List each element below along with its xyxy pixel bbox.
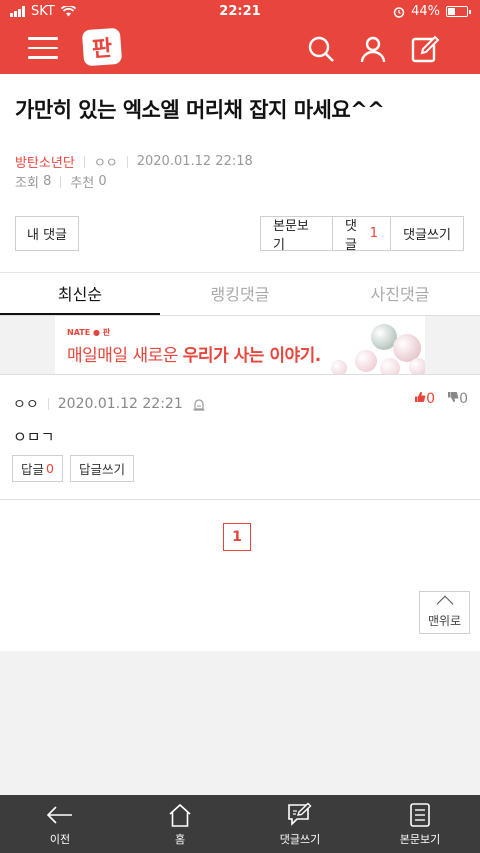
nav-write-comment[interactable]: 댓글쓰기: [240, 795, 360, 853]
comment-divider: [0, 374, 480, 375]
replies-label: 답글: [21, 462, 45, 477]
home-icon: [169, 803, 191, 827]
my-comments-button[interactable]: 내 댓글: [15, 216, 79, 251]
downvote-button[interactable]: 0: [447, 391, 468, 407]
post-stats: 조회 8 추천 0: [15, 172, 107, 191]
document-icon: [410, 803, 430, 827]
divider: [0, 272, 480, 273]
page-number-current[interactable]: 1: [223, 523, 251, 551]
post-meta: 방탄소년단 ㅇㅇ 2020.01.12 22:18: [15, 152, 253, 171]
post-title: 가만히 있는 엑소엘 머리채 잡지 마세요^^: [15, 98, 385, 122]
banner-area: NATE ● 판 매일매일 새로운 우리가 사는 이야기.: [0, 316, 480, 374]
replies-button[interactable]: 답글 0: [12, 455, 63, 482]
views-label: 조회: [15, 176, 39, 191]
post-content: 가만히 있는 엑소엘 머리채 잡지 마세요^^ 방탄소년단 ㅇㅇ 2020.01…: [0, 74, 480, 651]
write-comment-button[interactable]: 댓글쓰기: [391, 217, 463, 250]
menu-icon[interactable]: [28, 37, 58, 61]
nav-back[interactable]: 이전: [0, 795, 120, 853]
comment-body: ㅇㅁㄱ: [13, 428, 55, 446]
thumbs-up-icon: [415, 391, 426, 403]
comment-sort-tabs: 최신순 랭킹댓글 사진댓글: [0, 280, 480, 316]
likes-count: 0: [98, 174, 107, 189]
post-datetime: 2020.01.12 22:18: [136, 154, 253, 169]
tab-latest[interactable]: 최신순: [0, 280, 160, 316]
comments-count: 1: [369, 226, 378, 241]
thumbs-down-icon: [448, 391, 459, 403]
comment-datetime: 2020.01.12 22:21: [57, 396, 183, 412]
comment-write-icon: [288, 802, 312, 826]
scroll-to-top-label: 맨위로: [427, 614, 462, 628]
banner-brand: NATE ● 판: [67, 328, 111, 337]
comments-button[interactable]: 댓글 1: [333, 217, 391, 253]
bottom-nav: 이전 홈 댓글쓰기 본문보기: [0, 795, 480, 853]
view-post-button[interactable]: 본문보기: [261, 217, 333, 253]
write-reply-button[interactable]: 답글쓰기: [70, 455, 135, 482]
comment-bottom-divider: [0, 499, 480, 500]
app-bar: 판: [0, 24, 480, 74]
tab-photo[interactable]: 사진댓글: [320, 280, 480, 316]
banner-text: 매일매일 새로운 우리가 사는 이야기.: [67, 346, 321, 366]
likes-label: 추천: [70, 176, 95, 191]
upvote-button[interactable]: 0: [414, 391, 435, 407]
downvote-count: 0: [459, 391, 468, 407]
write-icon[interactable]: [410, 34, 440, 64]
post-category[interactable]: 방탄소년단: [15, 152, 75, 171]
alarm-icon: [393, 6, 405, 18]
nav-back-label: 이전: [49, 833, 71, 846]
nav-view-post-label: 본문보기: [399, 833, 441, 846]
nav-view-post[interactable]: 본문보기: [360, 795, 480, 853]
comment-author: ㅇㅇ: [13, 397, 39, 413]
chevron-up-icon: [436, 595, 454, 613]
comment-meta: ㅇㅇ 2020.01.12 22:21: [13, 394, 205, 414]
replies-count: 0: [46, 461, 54, 476]
comment-votes: 0 0: [414, 391, 468, 407]
battery-icon: [446, 6, 471, 17]
battery-percent: 44%: [411, 4, 440, 19]
report-icon[interactable]: [193, 398, 205, 411]
upvote-count: 0: [426, 391, 436, 407]
pann-logo[interactable]: 판: [81, 27, 123, 67]
ad-banner[interactable]: NATE ● 판 매일매일 새로운 우리가 사는 이야기.: [55, 316, 425, 374]
user-icon[interactable]: [358, 34, 388, 64]
tab-ranking[interactable]: 랭킹댓글: [160, 280, 320, 316]
scroll-to-top-button[interactable]: 맨위로: [419, 591, 470, 634]
nav-home[interactable]: 홈: [120, 795, 240, 853]
comments-label: 댓글: [345, 218, 357, 253]
nav-home-label: 홈: [174, 833, 186, 846]
post-action-group: 본문보기 댓글 1 댓글쓰기: [260, 216, 464, 253]
search-icon[interactable]: [306, 34, 336, 64]
views-count: 8: [43, 174, 52, 189]
back-arrow-icon: [46, 806, 72, 824]
nav-write-comment-label: 댓글쓰기: [279, 833, 321, 846]
status-bar: SKT 22:21 44%: [0, 0, 480, 24]
post-author: ㅇㅇ: [93, 156, 118, 171]
